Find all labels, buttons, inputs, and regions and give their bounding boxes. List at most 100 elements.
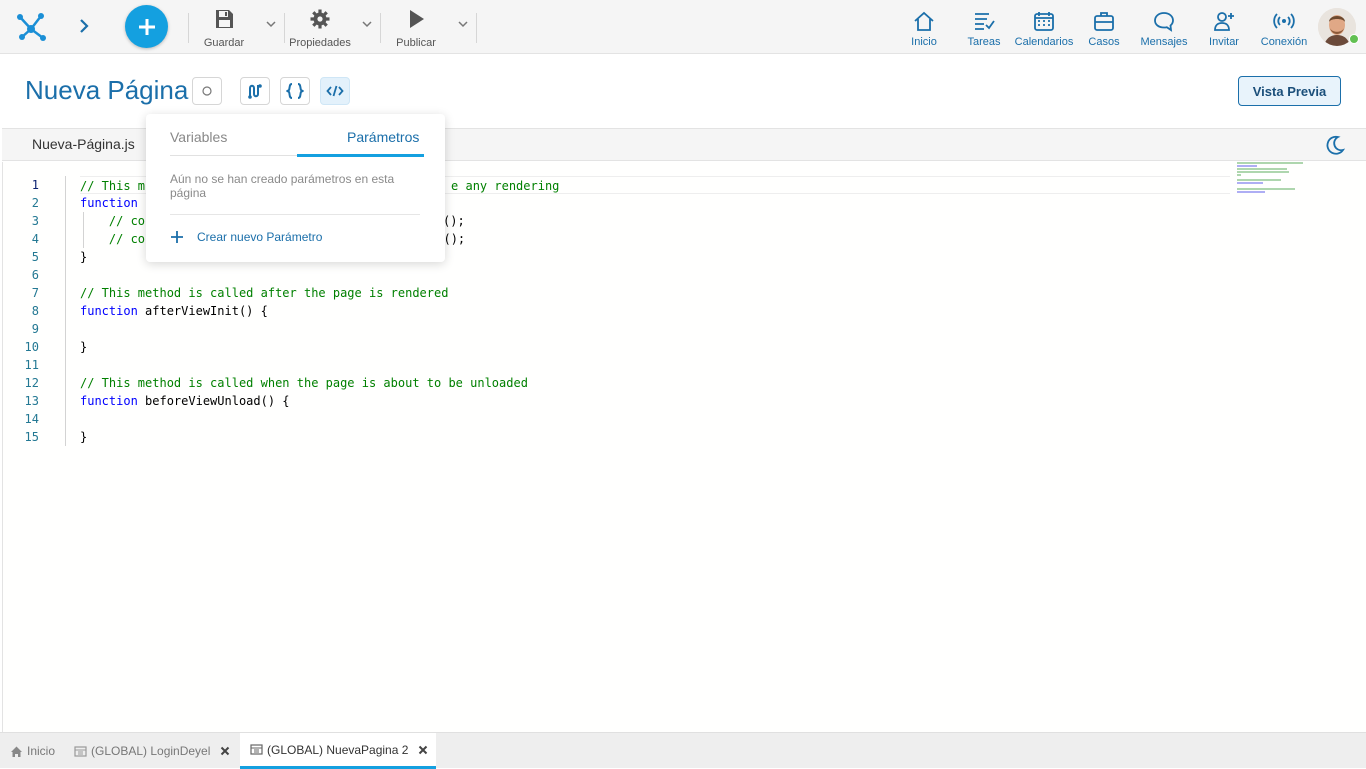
divider [170, 214, 420, 215]
page-title: Nueva Página [25, 75, 189, 105]
code-line[interactable] [80, 356, 1230, 374]
code-line[interactable]: // This method is called when the page i… [80, 374, 1230, 392]
line-number: 6 [31, 268, 39, 282]
plus-icon [171, 231, 183, 243]
code-token: e any rendering [451, 179, 560, 193]
save-button[interactable]: Guardar [186, 8, 262, 49]
properties-button[interactable]: Propiedades [282, 8, 358, 49]
active-tab-indicator [297, 154, 424, 157]
save-dropdown-icon[interactable] [265, 18, 277, 30]
variables-button[interactable] [280, 77, 310, 105]
flow-icon [248, 84, 262, 99]
line-number: 7 [31, 286, 39, 300]
code-token: function [80, 304, 146, 318]
line-number: 3 [31, 214, 39, 228]
code-line[interactable]: } [80, 338, 1230, 356]
empty-message: Aún no se han creado parámetros en esta … [170, 172, 395, 200]
code-token: } [80, 340, 88, 354]
code-token: (); [443, 214, 465, 228]
nav-invite-label: Invitar [1209, 36, 1239, 48]
code-line[interactable] [80, 266, 1230, 284]
code-button[interactable] [320, 77, 350, 105]
code-line[interactable]: } [80, 428, 1230, 446]
chat-icon [1154, 12, 1174, 32]
code-token: function [80, 196, 146, 210]
play-icon [410, 10, 424, 28]
online-status-dot [1349, 34, 1359, 44]
nav-messages[interactable]: Mensajes [1138, 10, 1190, 48]
circle-icon [202, 86, 212, 96]
create-new-button[interactable] [125, 5, 168, 48]
publish-label: Publicar [396, 37, 436, 49]
code-token: // This method is called when the page i… [80, 376, 528, 390]
code-token: // This m [80, 179, 146, 193]
line-number-gutter: 1 2 3 4 5 6 7 8 9 10 11 12 13 14 15 [3, 176, 43, 446]
moon-icon[interactable] [1324, 134, 1346, 156]
code-line[interactable]: // This method is called after the page … [80, 284, 1230, 302]
line-number: 10 [24, 340, 39, 354]
bottom-tab-home[interactable]: Inicio [10, 733, 55, 769]
braces-icon [286, 83, 304, 99]
nav-cases[interactable]: Casos [1084, 10, 1124, 48]
code-icon [326, 85, 344, 97]
close-icon[interactable] [418, 745, 428, 755]
top-toolbar: Guardar Propiedades Publicar Inicio Tare… [0, 0, 1366, 54]
tasks-icon [975, 13, 995, 30]
divider [476, 13, 477, 43]
status-toggle-button[interactable] [192, 77, 222, 105]
code-token: } [80, 250, 88, 264]
nav-cases-label: Casos [1088, 36, 1120, 48]
code-token: // co [80, 214, 146, 228]
publish-dropdown-icon[interactable] [457, 18, 469, 30]
briefcase-icon [1094, 12, 1114, 31]
bottom-tab-label: (GLOBAL) LoginDeyel [91, 744, 211, 758]
plus-icon [138, 18, 155, 35]
properties-label: Propiedades [289, 37, 351, 49]
publish-button[interactable]: Publicar [378, 8, 454, 49]
nav-calendars[interactable]: Calendarios [1012, 10, 1076, 48]
code-token: afterViewInit() { [145, 304, 268, 318]
file-tab[interactable]: Nueva-Página.js [32, 136, 135, 152]
bottom-tab-bar: Inicio (GLOBAL) LoginDeyel (GLOBAL) Nuev… [0, 732, 1366, 769]
home-icon [11, 746, 22, 757]
chevron-right-icon[interactable] [76, 16, 92, 36]
code-line[interactable]: function beforeViewUnload() { [80, 392, 1230, 410]
page-icon [250, 744, 263, 755]
minimap[interactable] [1237, 162, 1317, 193]
nav-home[interactable]: Inicio [904, 10, 944, 48]
line-number: 15 [24, 430, 39, 444]
line-number: 8 [31, 304, 39, 318]
code-token: beforeViewUnload() { [145, 394, 290, 408]
nav-invite[interactable]: Invitar [1204, 10, 1244, 48]
connection-icon [1273, 13, 1295, 29]
home-icon [914, 11, 934, 31]
line-number: 2 [31, 196, 39, 210]
nav-connection[interactable]: Conexión [1258, 10, 1310, 48]
indent-guide [65, 176, 66, 446]
flow-button[interactable] [240, 77, 270, 105]
line-number: 13 [24, 394, 39, 408]
properties-dropdown-icon[interactable] [361, 18, 373, 30]
bottom-tab-nuevapagina[interactable]: (GLOBAL) NuevaPagina 2 [240, 733, 436, 769]
close-icon[interactable] [220, 746, 230, 756]
add-user-icon [1214, 12, 1234, 31]
save-label: Guardar [203, 37, 245, 49]
line-number: 9 [31, 322, 39, 336]
line-number: 5 [31, 250, 39, 264]
code-line[interactable] [80, 410, 1230, 428]
code-line[interactable] [80, 320, 1230, 338]
create-parameter-button[interactable]: Crear nuevo Parámetro [170, 230, 322, 244]
tab-variables[interactable]: Variables [170, 129, 227, 145]
nav-connection-label: Conexión [1260, 36, 1308, 48]
bottom-tab-label: (GLOBAL) NuevaPagina 2 [267, 742, 409, 757]
code-token: // This method is called after the page … [80, 286, 449, 300]
preview-button[interactable]: Vista Previa [1238, 76, 1341, 106]
app-logo-icon[interactable] [14, 9, 48, 43]
bottom-tab-logindeyel[interactable]: (GLOBAL) LoginDeyel [74, 733, 234, 769]
tab-parameters[interactable]: Parámetros [347, 129, 419, 145]
nav-tasks[interactable]: Tareas [962, 10, 1006, 48]
nav-messages-label: Mensajes [1140, 36, 1188, 48]
nav-home-label: Inicio [911, 36, 937, 48]
bottom-tab-label: Inicio [27, 744, 56, 758]
code-line[interactable]: function afterViewInit() { [80, 302, 1230, 320]
